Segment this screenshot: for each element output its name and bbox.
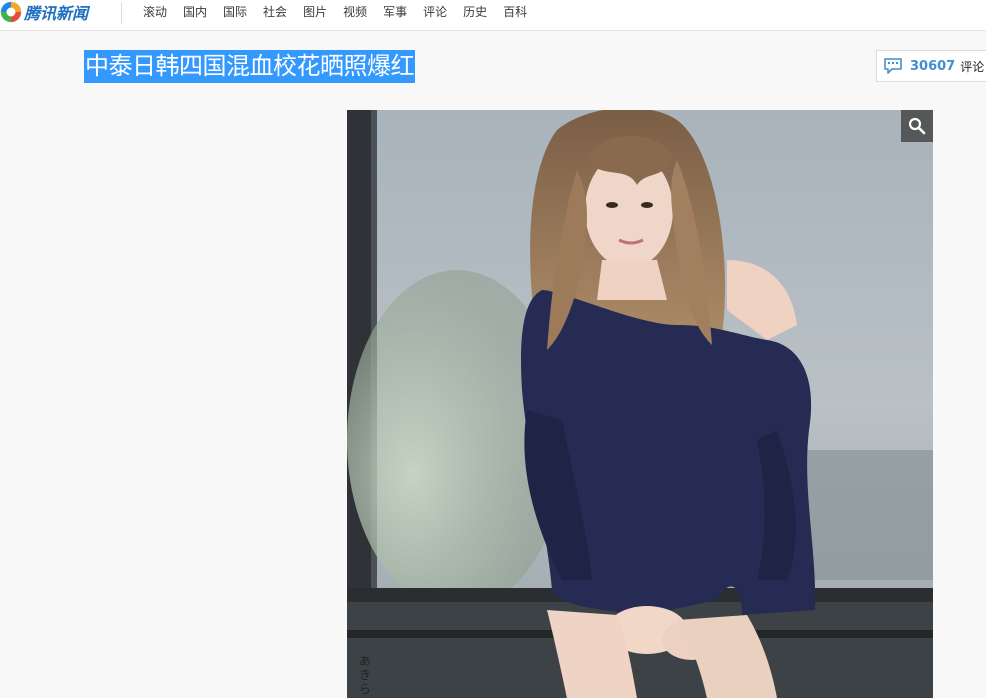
nav-item-history[interactable]: 历史	[463, 3, 487, 20]
article-title: 中泰日韩四国混血校花晒照爆红	[84, 50, 415, 83]
tencent-logo-icon	[0, 1, 22, 23]
nav-item-domestic[interactable]: 国内	[183, 3, 207, 20]
speech-bubble-icon	[884, 58, 902, 74]
channel-nav: 滚动 国内 国际 社会 图片 视频 军事 评论 历史 百科	[143, 0, 543, 22]
nav-divider	[121, 2, 122, 24]
comment-label: 评论	[960, 59, 985, 74]
nav-item-scroll[interactable]: 滚动	[143, 3, 167, 20]
nav-item-international[interactable]: 国际	[223, 3, 247, 20]
photo-watermark: あきら	[359, 654, 372, 696]
logo-text: 腾讯新闻	[24, 4, 89, 23]
site-logo[interactable]: 腾讯新闻	[0, 0, 88, 24]
photo-illustration	[347, 110, 933, 698]
nav-item-commentary[interactable]: 评论	[423, 3, 447, 20]
comment-count-button[interactable]: 30607 评论	[876, 50, 986, 82]
top-navigation-bar: 腾讯新闻 滚动 国内 国际 社会 图片 视频 军事 评论 历史 百科	[0, 0, 986, 31]
nav-item-pictures[interactable]: 图片	[303, 3, 327, 20]
nav-item-encyclopedia[interactable]: 百科	[503, 3, 527, 20]
nav-item-society[interactable]: 社会	[263, 3, 287, 20]
comment-count: 30607	[910, 58, 956, 74]
nav-item-military[interactable]: 军事	[383, 3, 407, 20]
article-photo[interactable]: あきら	[347, 110, 933, 698]
nav-item-video[interactable]: 视频	[343, 3, 367, 20]
zoom-button[interactable]	[901, 110, 933, 142]
magnifier-icon	[908, 117, 926, 135]
